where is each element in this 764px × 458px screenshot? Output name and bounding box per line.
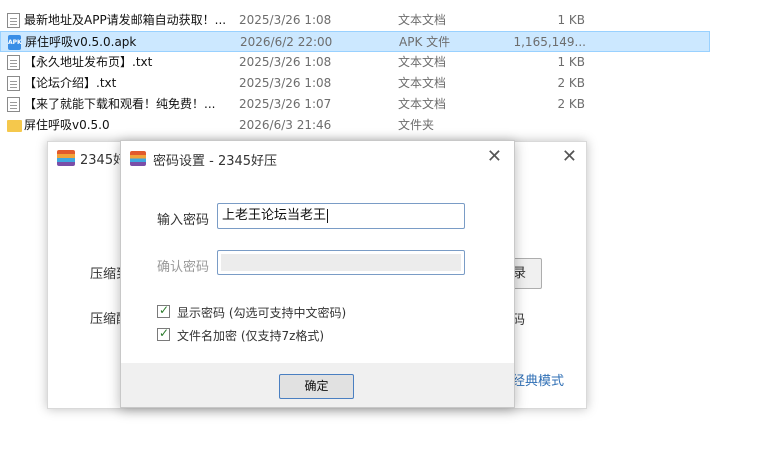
file-name: 最新地址及APP请发邮箱自动获取！... [24, 13, 227, 27]
file-size: 1 KB [557, 55, 585, 69]
file-type: 文本文档 [398, 76, 447, 90]
encrypt-filename-checkbox[interactable] [157, 326, 170, 341]
password-label: 输入密码 [157, 213, 210, 228]
file-type: 文本文档 [398, 13, 447, 27]
file-row[interactable]: 【永久地址发布页】.txt 2025/3/26 1:08 文本文档 1 KB [0, 52, 710, 73]
file-date: 2026/6/3 21:46 [239, 118, 332, 132]
classic-mode-link[interactable]: 经典模式 [512, 370, 564, 389]
close-icon[interactable]: ✕ [562, 146, 577, 167]
file-size: 1,165,149... [513, 35, 586, 49]
close-icon[interactable]: ✕ [487, 146, 502, 167]
encrypt-filename-label: 文件名加密 (仅支持7z格式) [177, 329, 325, 343]
file-name: 【永久地址发布页】.txt [24, 55, 153, 69]
file-row[interactable]: APK 屏住呼吸v0.5.0.apk 2026/6/2 22:00 APK 文件… [0, 31, 710, 52]
text-document-icon [7, 97, 20, 112]
file-size: 2 KB [557, 97, 585, 111]
file-name: 屏住呼吸v0.5.0.apk [25, 35, 137, 49]
file-name: 屏住呼吸v0.5.0 [24, 118, 110, 132]
dialog-title: 密码设置 - 2345好压 [153, 154, 278, 169]
folder-icon [7, 120, 22, 132]
file-type: 文件夹 [398, 118, 435, 132]
file-size: 1 KB [557, 13, 585, 27]
file-date: 2025/3/26 1:08 [239, 55, 332, 69]
app-logo-icon [130, 151, 146, 166]
show-password-label: 显示密码 (勾选可支持中文密码) [177, 306, 347, 320]
file-row[interactable]: 【论坛介绍】.txt 2025/3/26 1:08 文本文档 2 KB [0, 73, 710, 94]
file-size: 2 KB [557, 76, 585, 90]
file-type: 文本文档 [398, 97, 447, 111]
text-document-icon [7, 55, 20, 70]
password-dialog: 密码设置 - 2345好压 ✕ 输入密码 上老王论坛当老王 确认密码 显示密码 … [120, 140, 515, 408]
password-value: 上老王论坛当老王 [222, 208, 327, 223]
file-type: APK 文件 [399, 35, 451, 49]
file-name: 【论坛介绍】.txt [24, 76, 117, 90]
text-caret [327, 208, 329, 223]
file-row[interactable]: 屏住呼吸v0.5.0 2026/6/3 21:46 文件夹 [0, 115, 710, 136]
apk-file-icon: APK [8, 35, 22, 50]
file-row[interactable]: 最新地址及APP请发邮箱自动获取！... 2025/3/26 1:08 文本文档… [0, 10, 710, 31]
text-document-icon [7, 13, 20, 28]
confirm-password-label: 确认密码 [157, 260, 210, 275]
show-password-checkbox[interactable] [157, 303, 170, 318]
password-input[interactable]: 上老王论坛当老王 [217, 203, 465, 229]
file-date: 2025/3/26 1:08 [239, 13, 332, 27]
text-document-icon [7, 76, 20, 91]
file-date: 2026/6/2 22:00 [240, 35, 333, 49]
ok-button[interactable]: 确定 [279, 374, 354, 399]
confirm-password-value [221, 254, 461, 271]
file-date: 2025/3/26 1:08 [239, 76, 332, 90]
file-date: 2025/3/26 1:07 [239, 97, 332, 111]
confirm-password-input[interactable] [217, 250, 465, 275]
file-row[interactable]: 【来了就能下载和观看！纯免费！... 2025/3/26 1:07 文本文档 2… [0, 94, 710, 115]
file-name: 【来了就能下载和观看！纯免费！... [24, 97, 216, 111]
file-type: 文本文档 [398, 55, 447, 69]
app-logo-icon [57, 150, 75, 166]
